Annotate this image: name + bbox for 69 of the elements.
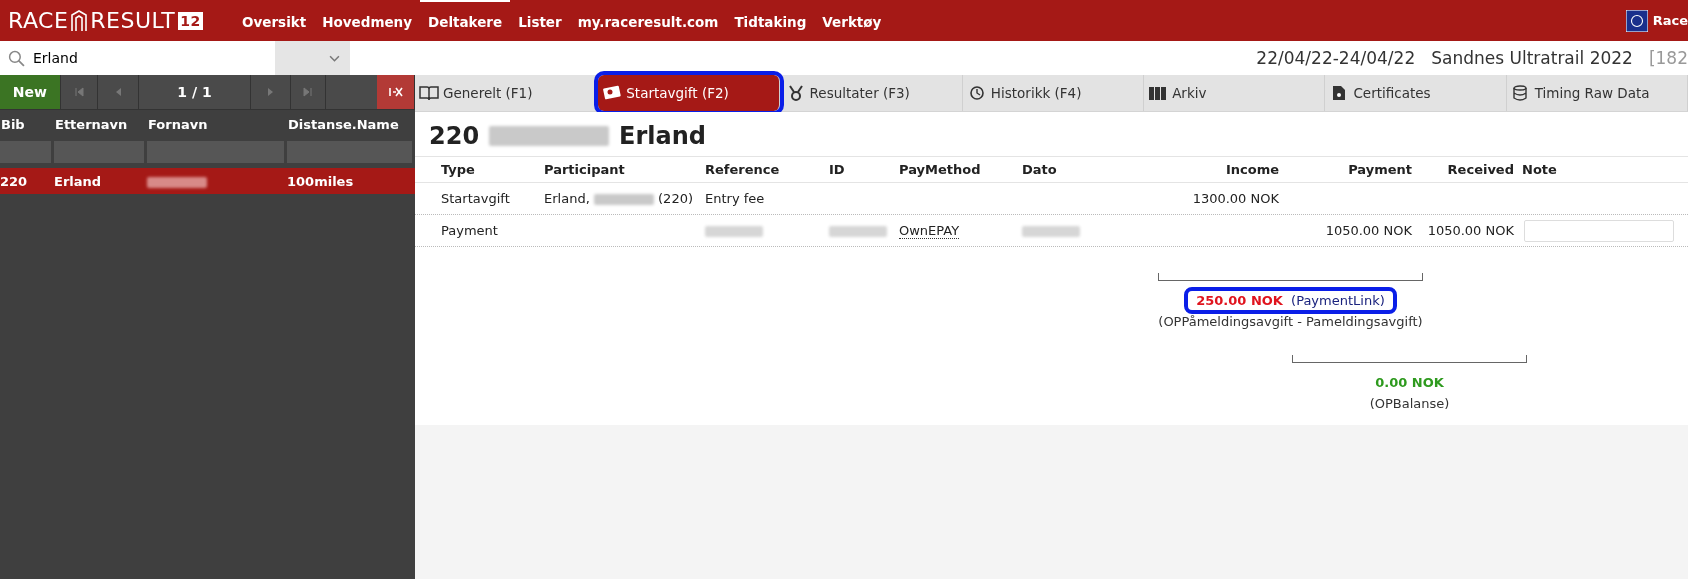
tab[interactable]: Resultater (F3) bbox=[781, 75, 963, 111]
column-header: PayMethod bbox=[899, 162, 982, 177]
menu-item[interactable]: my.raceresult.com bbox=[569, 0, 727, 41]
app-logo: RACE RESULT 12 bbox=[7, 7, 204, 34]
menu-item[interactable]: Lister bbox=[510, 0, 570, 41]
redacted-text bbox=[593, 194, 654, 205]
event-dates: 22/04/22-24/04/22 bbox=[1256, 48, 1416, 68]
balance-formula: (OPPåmeldingsavgift - Pameldingsavgift) bbox=[1158, 314, 1423, 329]
menu-item[interactable]: Oversikt bbox=[234, 0, 315, 41]
menu-item[interactable]: Tidtaking bbox=[726, 0, 815, 41]
note-field[interactable] bbox=[1524, 219, 1674, 242]
column-header[interactable]: Bib bbox=[0, 116, 54, 132]
tab[interactable]: Certificates bbox=[1325, 75, 1507, 111]
tab[interactable]: Timing Raw Data bbox=[1506, 75, 1688, 111]
tab[interactable]: Historikk (F4) bbox=[962, 75, 1145, 111]
pay-method-link[interactable]: OwnEPAY bbox=[899, 223, 960, 239]
column-header: Income bbox=[1224, 162, 1280, 177]
redacted-text bbox=[147, 176, 207, 188]
balance-formula: (OPBalanse) bbox=[1369, 396, 1450, 411]
balance-amount: 250.00 NOK bbox=[1196, 293, 1283, 308]
column-header: Received bbox=[1446, 162, 1515, 177]
table-cell: 1050.00 NOK bbox=[1427, 223, 1514, 238]
skip-back-icon bbox=[73, 87, 84, 97]
menu-item[interactable]: Hovedmeny bbox=[314, 0, 420, 41]
column-header: Note bbox=[1522, 162, 1558, 177]
participant-bib-cell: (220) bbox=[658, 191, 693, 206]
participant-name-before: Erland, bbox=[544, 191, 590, 206]
chevron-down-icon bbox=[329, 54, 340, 62]
payment-link[interactable]: (PaymentLink) bbox=[1291, 293, 1385, 308]
column-header: Reference bbox=[705, 162, 781, 177]
column-header: ID bbox=[829, 162, 846, 177]
column-header[interactable]: Distanse.Name bbox=[287, 116, 415, 132]
column-header[interactable]: Fornavn bbox=[147, 116, 287, 132]
table-cell: 1300.00 NOK bbox=[1192, 191, 1279, 206]
table-cell: 1050.00 NOK bbox=[1325, 223, 1412, 238]
column-header: Payment bbox=[1347, 162, 1413, 177]
redacted-text bbox=[1022, 226, 1080, 237]
book-icon bbox=[419, 85, 439, 101]
clear-filter-button[interactable] bbox=[377, 75, 415, 109]
event-name: Sandnes Ultratrail 2022 bbox=[1431, 48, 1633, 68]
ticket-icon bbox=[602, 85, 623, 101]
filter-dropdown[interactable] bbox=[275, 41, 350, 75]
page-indicator: 1 / 1 bbox=[138, 75, 252, 109]
table-cell: Payment bbox=[441, 223, 498, 238]
menu-item[interactable]: Verktøy bbox=[814, 0, 890, 41]
column-header: Dato bbox=[1022, 162, 1058, 177]
new-button[interactable]: New bbox=[0, 75, 61, 109]
column-header: Participant bbox=[544, 162, 626, 177]
event-logo-icon bbox=[1625, 9, 1648, 32]
list-cell-text: Erland bbox=[54, 173, 103, 189]
participant-row[interactable]: 220 Erland 100miles bbox=[0, 168, 415, 194]
table-cell: Startavgift bbox=[441, 191, 510, 206]
column-header: Type bbox=[441, 162, 476, 177]
participant-last-name: Erland bbox=[619, 122, 707, 150]
list-cell-text: 100miles bbox=[287, 173, 355, 189]
list-cell-text: 220 bbox=[0, 173, 29, 189]
search-icon bbox=[8, 49, 25, 67]
redacted-text bbox=[705, 226, 763, 237]
tab[interactable]: Arkiv bbox=[1144, 75, 1326, 111]
participant-bib: 220 bbox=[429, 122, 480, 150]
table-cell: Entry fee bbox=[705, 191, 765, 206]
collapse-icon bbox=[388, 87, 403, 97]
redacted-text bbox=[829, 226, 887, 237]
skip-forward-icon bbox=[303, 87, 314, 97]
user-label: Race bbox=[1652, 13, 1688, 28]
binders-icon bbox=[1148, 85, 1169, 101]
event-id: [182 bbox=[1648, 48, 1688, 68]
column-header[interactable]: Etternavn bbox=[54, 116, 147, 132]
balance-amount: 0.00 NOK bbox=[1375, 375, 1444, 390]
